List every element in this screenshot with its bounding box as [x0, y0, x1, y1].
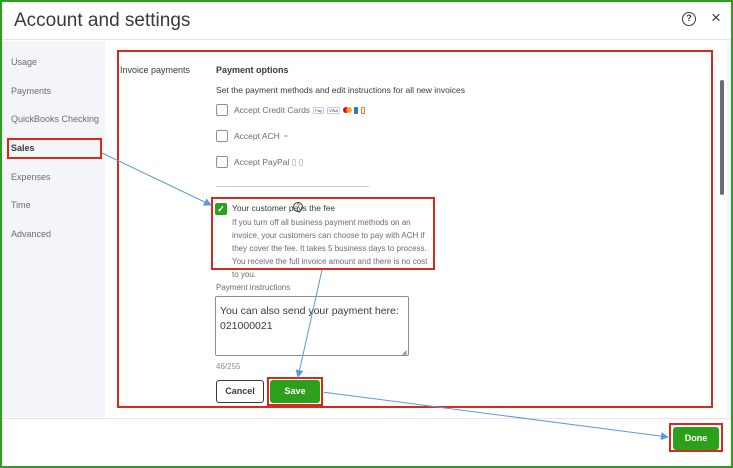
close-icon[interactable]: × [711, 9, 721, 27]
done-annotation-box [669, 423, 723, 452]
scrollbar[interactable] [720, 80, 724, 195]
sidebar-item-quickbooks-checking[interactable]: QuickBooks Checking [11, 114, 99, 124]
sidebar-item-expenses[interactable]: Expenses [11, 172, 51, 182]
sales-annotation-box [7, 138, 102, 159]
page-title: Account and settings [14, 10, 191, 31]
content-annotation-box [117, 50, 713, 408]
help-icon[interactable]: ? [682, 12, 696, 26]
sidebar-item-advanced[interactable]: Advanced [11, 229, 51, 239]
sidebar-item-usage[interactable]: Usage [11, 57, 37, 67]
footer [2, 418, 731, 466]
sidebar-item-time[interactable]: Time [11, 200, 31, 210]
sidebar-item-payments[interactable]: Payments [11, 86, 51, 96]
header: Account and settings [2, 2, 731, 40]
